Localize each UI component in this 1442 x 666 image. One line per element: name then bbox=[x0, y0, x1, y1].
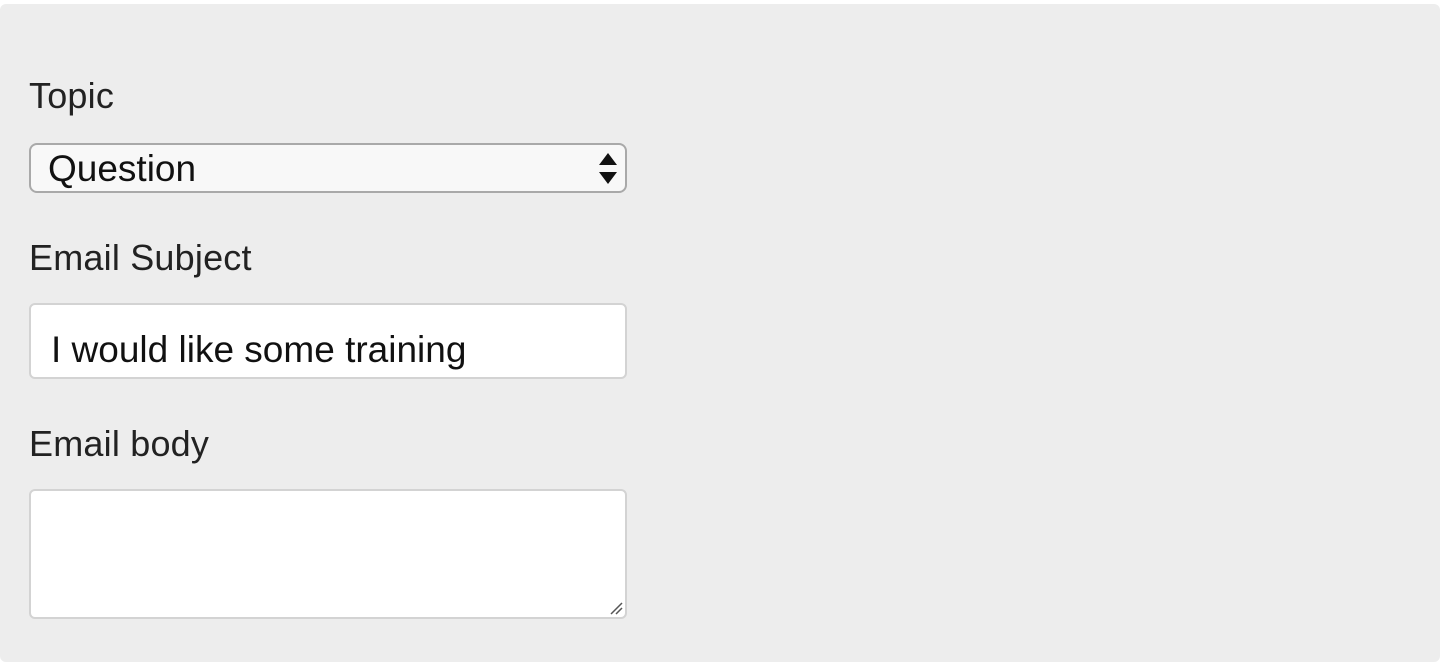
form-panel: Topic Question Email Subject Email body bbox=[0, 4, 1440, 662]
resize-handle-icon[interactable] bbox=[607, 599, 623, 615]
email-subject-label: Email Subject bbox=[29, 237, 252, 278]
email-body-label: Email body bbox=[29, 423, 210, 464]
topic-select[interactable]: Question bbox=[29, 143, 627, 193]
email-body-textarea[interactable] bbox=[29, 489, 627, 619]
topic-label: Topic bbox=[29, 75, 115, 116]
up-down-arrows-icon bbox=[599, 153, 617, 185]
topic-selected-value: Question bbox=[48, 148, 197, 189]
email-subject-input[interactable] bbox=[29, 303, 627, 379]
